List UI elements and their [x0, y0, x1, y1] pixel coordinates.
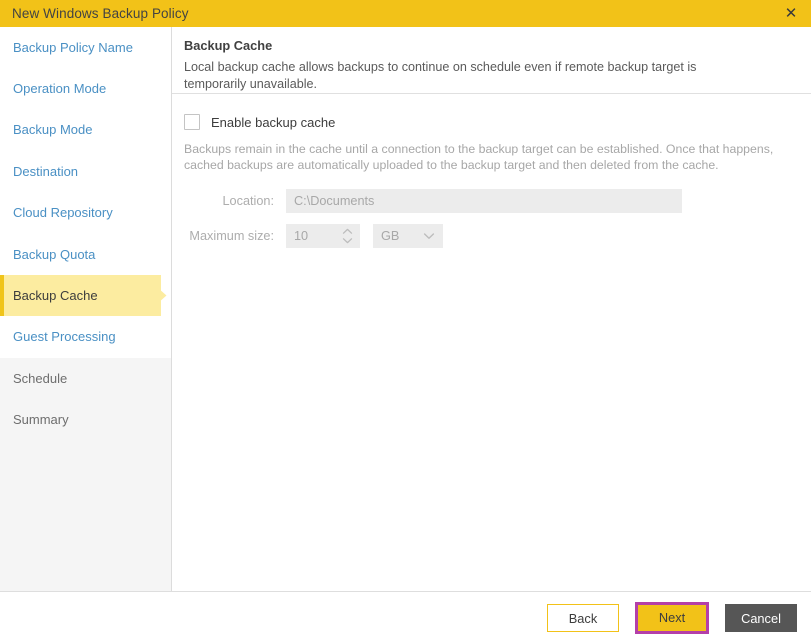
content-header: Backup Cache Local backup cache allows b… [172, 27, 811, 93]
dialog-body: Backup Policy Name Operation Mode Backup… [0, 27, 811, 591]
sidebar-item-backup-quota[interactable]: Backup Quota [0, 234, 171, 275]
content-panel: Backup Cache Local backup cache allows b… [172, 27, 811, 591]
spinner-arrows[interactable] [342, 228, 353, 244]
sidebar-item-label: Summary [13, 412, 69, 427]
next-button-focus-ring: Next [635, 602, 709, 634]
enable-backup-cache-checkbox[interactable] [184, 114, 200, 130]
sidebar-item-label: Cloud Repository [13, 205, 113, 220]
sidebar-item-backup-cache[interactable]: Backup Cache [0, 275, 171, 316]
location-row: Location: C:\Documents [184, 189, 811, 213]
chevron-down-icon [342, 238, 353, 244]
form-area: Enable backup cache Backups remain in th… [172, 94, 811, 248]
window-title: New Windows Backup Policy [12, 6, 189, 21]
maximum-size-value: 10 [294, 229, 309, 243]
back-button[interactable]: Back [547, 604, 619, 632]
page-description: Local backup cache allows backups to con… [184, 60, 697, 91]
dialog-footer: Back Next Cancel [0, 591, 811, 642]
close-icon[interactable]: ✕ [771, 0, 811, 27]
sidebar-item-guest-processing[interactable]: Guest Processing [0, 316, 171, 357]
sidebar-item-destination[interactable]: Destination [0, 151, 171, 192]
sidebar-item-label: Destination [13, 164, 79, 179]
enable-backup-cache-row[interactable]: Enable backup cache [184, 114, 335, 130]
title-bar: New Windows Backup Policy ✕ [0, 0, 811, 27]
enable-backup-cache-label: Enable backup cache [211, 114, 336, 130]
sidebar-item-operation-mode[interactable]: Operation Mode [0, 68, 171, 109]
page-title: Backup Cache [184, 38, 273, 53]
next-button[interactable]: Next [638, 605, 706, 631]
location-input[interactable]: C:\Documents [286, 189, 682, 213]
maximum-size-input[interactable]: 10 [286, 224, 360, 248]
sidebar-item-label: Schedule [13, 371, 68, 386]
sidebar-item-label: Backup Mode [13, 122, 93, 137]
active-step-notch-icon [161, 275, 171, 316]
chevron-down-icon [423, 232, 435, 240]
cache-description: Backups remain in the cache until a conn… [184, 142, 774, 172]
dialog-window: New Windows Backup Policy ✕ Backup Polic… [0, 0, 811, 642]
sidebar-item-label: Backup Policy Name [13, 40, 133, 55]
location-label: Location: [222, 194, 275, 208]
footer-button-group: Back Next Cancel [547, 602, 797, 634]
chevron-up-icon [342, 228, 353, 234]
sidebar-item-label: Guest Processing [13, 329, 116, 344]
size-unit-select[interactable]: GB [373, 224, 443, 248]
size-unit-value: GB [381, 229, 400, 243]
sidebar-item-cloud-repository[interactable]: Cloud Repository [0, 192, 171, 233]
sidebar-item-backup-policy-name[interactable]: Backup Policy Name [0, 27, 171, 68]
cancel-button[interactable]: Cancel [725, 604, 797, 632]
maximum-size-label: Maximum size: [189, 229, 274, 243]
wizard-step-sidebar: Backup Policy Name Operation Mode Backup… [0, 27, 172, 591]
maximum-size-row: Maximum size: 10 GB [184, 224, 811, 248]
sidebar-item-summary: Summary [0, 399, 171, 440]
sidebar-item-label: Operation Mode [13, 81, 107, 96]
sidebar-item-schedule: Schedule [0, 358, 171, 399]
sidebar-item-backup-mode[interactable]: Backup Mode [0, 109, 171, 150]
sidebar-item-label: Backup Cache [13, 288, 98, 303]
sidebar-item-label: Backup Quota [13, 247, 96, 262]
